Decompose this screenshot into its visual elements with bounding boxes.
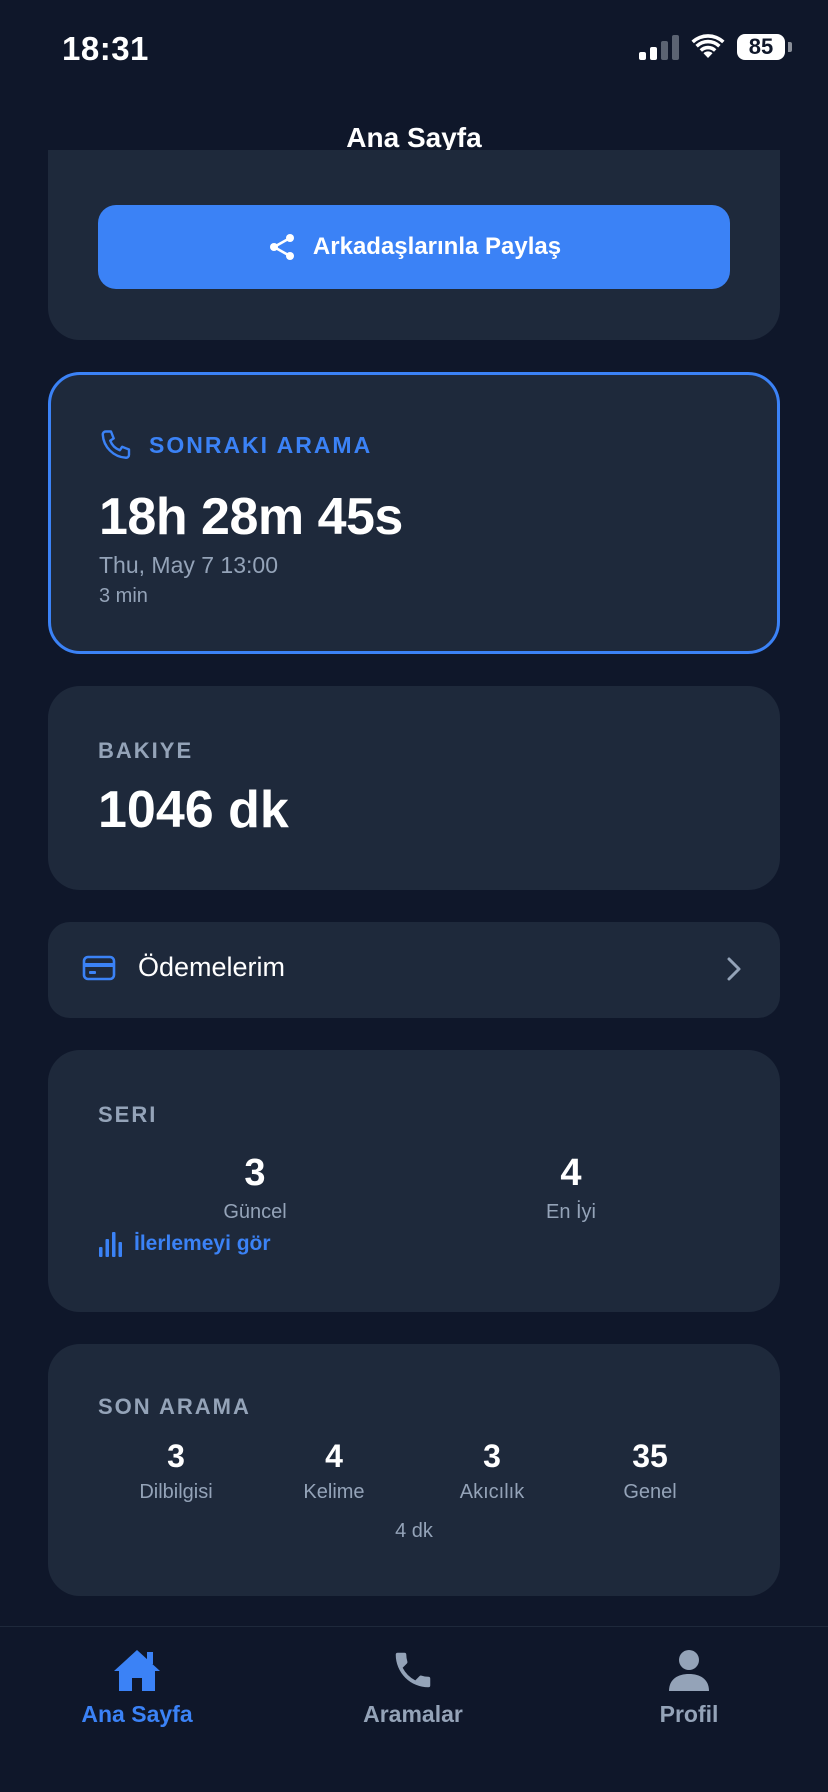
streak-best-value: 4 (560, 1152, 582, 1194)
bar-chart-icon (99, 1232, 122, 1257)
share-card: Arkadaşlarınla Paylaş (48, 150, 780, 340)
overall-score: 35 Genel (570, 1438, 730, 1504)
next-call-date: Thu, May 7 13:00 (99, 552, 278, 578)
grammar-score-label: Dilbilgisi (139, 1481, 213, 1503)
status-bar: 18:31 85 (0, 0, 828, 100)
fluency-score-label: Akıcılık (459, 1481, 525, 1503)
next-call-label: SONRAKI ARAMA (149, 431, 373, 458)
battery-icon: 85 (737, 34, 792, 60)
cellular-signal-icon (639, 34, 679, 60)
share-with-friends-button[interactable]: Arkadaşlarınla Paylaş (98, 205, 730, 289)
wifi-icon (691, 34, 725, 58)
vocabulary-score: 4 Kelime (254, 1438, 414, 1504)
tab-profile[interactable]: Profil (589, 1647, 789, 1728)
last-call-duration: 4 dk (395, 1520, 433, 1542)
payments-row[interactable]: Ödemelerim (48, 922, 780, 1018)
share-icon (269, 234, 294, 260)
home-icon (114, 1650, 160, 1691)
fluency-score: 3 Akıcılık (412, 1438, 572, 1504)
person-icon (669, 1650, 709, 1691)
tab-calls[interactable]: Aramalar (313, 1647, 513, 1728)
vocabulary-score-label: Kelime (303, 1481, 365, 1503)
status-icons: 85 (639, 34, 792, 60)
balance-value: 1046 dk (98, 781, 289, 839)
next-call-card[interactable]: SONRAKI ARAMA 18h 28m 45s Thu, May 7 13:… (48, 372, 780, 654)
credit-card-icon (82, 955, 116, 981)
last-call-label: SON ARAMA (98, 1394, 251, 1419)
streak-current-label: Güncel (223, 1201, 287, 1223)
balance-card: BAKIYE 1046 dk (48, 686, 780, 890)
overall-score-label: Genel (623, 1481, 677, 1503)
chevron-right-icon (727, 957, 741, 981)
streak-current-value: 3 (244, 1152, 266, 1194)
tab-home[interactable]: Ana Sayfa (37, 1647, 237, 1728)
view-progress-label: İlerlemeyi gör (134, 1232, 271, 1255)
next-call-header: SONRAKI ARAMA (99, 427, 372, 463)
tab-home-label: Ana Sayfa (81, 1701, 193, 1727)
streak-best-label: En İyi (545, 1201, 597, 1223)
grammar-score: 3 Dilbilgisi (96, 1438, 256, 1504)
tab-bar: Ana Sayfa Aramalar Profil (0, 1626, 828, 1792)
vocabulary-score-value: 4 (325, 1438, 343, 1474)
grammar-score-value: 3 (167, 1438, 185, 1474)
view-progress-link[interactable]: İlerlemeyi gör (98, 1230, 271, 1258)
battery-level: 85 (737, 34, 785, 60)
phone-icon (101, 430, 131, 459)
share-button-label: Arkadaşlarınla Paylaş (312, 233, 562, 260)
fluency-score-value: 3 (483, 1438, 501, 1474)
streak-card: SERI 3 Güncel 4 En İyi İlerlemeyi gör (48, 1050, 780, 1312)
next-call-duration: 3 min (99, 585, 148, 607)
home-screen: 18:31 85 Ana Sayfa Arkadaşlarınla Paylaş… (0, 0, 828, 1792)
phone-icon (395, 1652, 431, 1688)
status-time: 18:31 (62, 30, 149, 67)
last-call-card: SON ARAMA 3 Dilbilgisi 4 Kelime 3 Akıcıl… (48, 1344, 780, 1596)
tab-profile-label: Profil (659, 1701, 719, 1727)
streak-best: 4 En İyi (491, 1152, 651, 1224)
payments-label: Ödemelerim (138, 952, 286, 982)
tab-calls-label: Aramalar (363, 1701, 463, 1727)
streak-label: SERI (98, 1102, 158, 1127)
streak-current: 3 Güncel (175, 1152, 335, 1224)
next-call-countdown: 18h 28m 45s (99, 488, 403, 546)
overall-score-value: 35 (632, 1438, 668, 1474)
balance-label: BAKIYE (98, 738, 194, 763)
